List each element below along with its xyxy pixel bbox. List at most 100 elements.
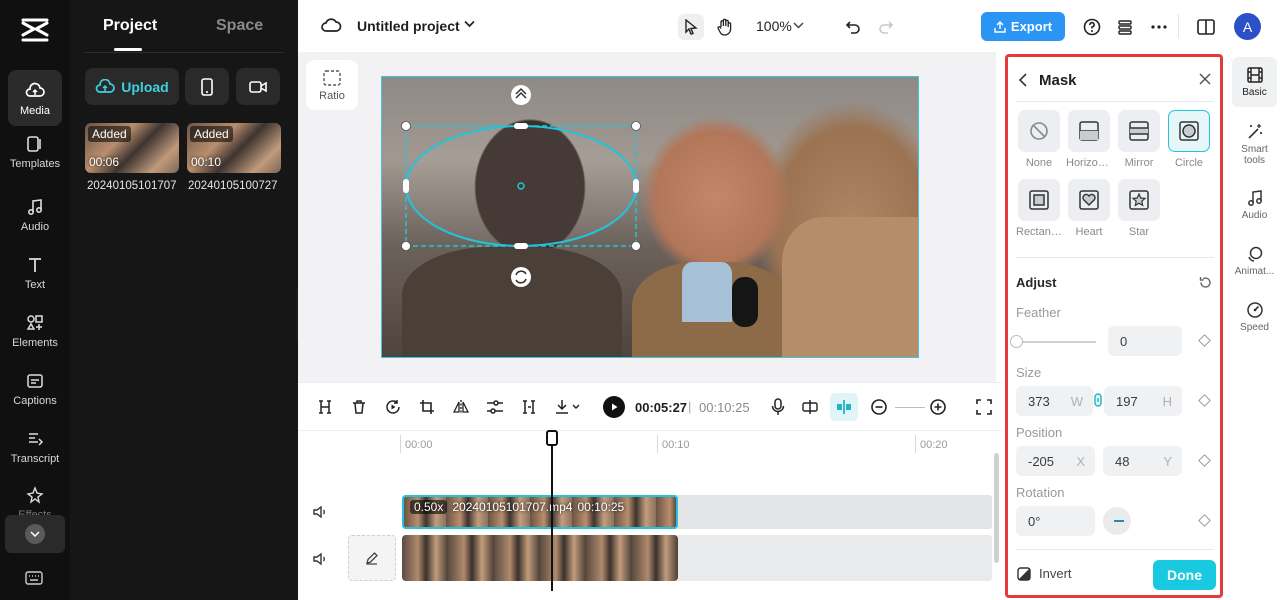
mask-shape-heart[interactable]: Heart (1068, 179, 1110, 238)
chevron-down-icon (25, 524, 45, 544)
speaker-icon[interactable] (312, 505, 328, 519)
stack-icon[interactable] (1112, 14, 1138, 40)
close-icon[interactable] (1199, 73, 1211, 85)
feather-slider-knob[interactable] (1010, 335, 1023, 348)
mask-shape-horizontal[interactable]: Horizontal (1066, 110, 1112, 169)
position-x-input[interactable]: -205 X (1016, 446, 1095, 476)
speaker-icon[interactable] (312, 552, 328, 566)
rail-item-media[interactable]: Media (8, 70, 62, 126)
ratio-icon (322, 69, 342, 87)
media-thumb[interactable]: Added 00:06 (85, 123, 179, 173)
undo-icon[interactable] (840, 14, 866, 40)
mirror-icon (1129, 121, 1149, 141)
video-subject-right (782, 217, 918, 357)
timeline-scrollbar[interactable] (994, 453, 999, 563)
redo-icon[interactable] (873, 14, 899, 40)
mask-shape-rectangle[interactable]: Rectangle (1016, 179, 1062, 238)
mask-shape-star[interactable]: Star (1118, 179, 1160, 238)
done-button[interactable]: Done (1153, 560, 1216, 590)
position-y-input[interactable]: 48 Y (1103, 446, 1182, 476)
zoom-in-icon[interactable] (926, 395, 950, 419)
overlay-clip[interactable]: 0.50x 20240105101707.mp4 00:10:25 (402, 495, 678, 529)
mask-shape-label: Heart (1075, 226, 1103, 238)
rail-item-templates[interactable]: Templates (0, 123, 70, 179)
keyframe-diamond-icon[interactable] (1198, 334, 1211, 347)
magnet-link-icon[interactable] (830, 393, 858, 421)
media-thumb[interactable]: Added 00:10 (187, 123, 281, 173)
trim-icon[interactable] (517, 395, 541, 419)
delete-trash-icon[interactable] (347, 395, 371, 419)
link-aspect-icon[interactable] (1092, 393, 1104, 407)
chevron-down-icon[interactable] (464, 20, 475, 28)
timeline-zoom-slider[interactable] (895, 407, 925, 408)
cloud-save-icon[interactable] (320, 16, 342, 34)
tab-space[interactable]: Space (216, 17, 263, 35)
zoom-out-icon[interactable] (867, 395, 891, 419)
mask-shape-circle[interactable]: Circle (1168, 110, 1210, 169)
size-height-input[interactable]: 197 H (1104, 386, 1182, 416)
avatar[interactable]: A (1234, 13, 1261, 40)
play-button[interactable] (603, 396, 625, 418)
rail-item-audio[interactable]: Audio (0, 186, 70, 242)
rail-item-text[interactable]: Text (0, 244, 70, 300)
video-preview[interactable] (381, 76, 919, 358)
more-dots-icon[interactable] (1146, 14, 1172, 40)
replay-icon[interactable] (381, 395, 405, 419)
right-rail-animation[interactable]: Animat... (1232, 236, 1277, 286)
split-icon[interactable] (313, 395, 337, 419)
right-rail-smart-tools[interactable]: Smart tools (1232, 116, 1277, 172)
rotation-input[interactable]: 0° (1016, 506, 1095, 536)
video-subject-shirt (682, 262, 732, 322)
mask-shape-mirror[interactable]: Mirror (1118, 110, 1160, 169)
playhead[interactable] (551, 431, 553, 591)
back-chevron-icon[interactable] (1018, 73, 1028, 87)
hand-pan-icon[interactable] (712, 14, 738, 40)
zoom-level[interactable]: 100% (756, 18, 792, 34)
record-button[interactable] (236, 68, 280, 105)
auto-snap-icon[interactable] (798, 395, 822, 419)
size-width-unit: W (1070, 393, 1083, 409)
fullscreen-icon[interactable] (972, 395, 996, 419)
ratio-button[interactable]: Ratio (306, 60, 358, 110)
size-width-value: 373 (1028, 393, 1050, 409)
phone-upload-button[interactable] (185, 68, 229, 105)
crop-icon[interactable] (415, 395, 439, 419)
adjust-effects-icon[interactable] (483, 395, 507, 419)
upload-button[interactable]: Upload (85, 68, 179, 105)
capcut-logo-icon[interactable] (20, 17, 50, 43)
main-clip[interactable] (402, 535, 678, 581)
position-x-unit: X (1076, 453, 1085, 469)
playhead-handle[interactable] (546, 430, 558, 446)
invert-toggle[interactable]: Invert (1017, 566, 1072, 581)
project-title[interactable]: Untitled project (357, 18, 460, 34)
right-rail-speed[interactable]: Speed (1232, 292, 1277, 342)
right-rail-basic[interactable]: Basic (1232, 57, 1277, 107)
rail-label-text: Text (24, 278, 46, 291)
keyframe-diamond-icon[interactable] (1198, 394, 1211, 407)
rail-item-transcript[interactable]: Transcript (0, 418, 70, 474)
size-width-input[interactable]: 373 W (1016, 386, 1093, 416)
tab-project[interactable]: Project (103, 17, 157, 35)
rail-item-elements[interactable]: Elements (0, 302, 70, 358)
mask-shape-none[interactable]: None (1018, 110, 1060, 169)
panel-layout-icon[interactable] (1193, 14, 1219, 40)
cover-edit-button[interactable] (348, 535, 396, 581)
right-rail-audio[interactable]: Audio (1232, 180, 1277, 230)
microphone-icon[interactable] (766, 395, 790, 419)
keyboard-icon[interactable] (25, 571, 43, 585)
rail-more-button[interactable] (5, 515, 65, 553)
rotation-dial[interactable] (1103, 507, 1131, 535)
help-icon[interactable] (1079, 14, 1105, 40)
export-button[interactable]: Export (981, 12, 1065, 41)
keyframe-diamond-icon[interactable] (1198, 454, 1211, 467)
keyframe-diamond-icon[interactable] (1198, 514, 1211, 527)
select-pointer-icon[interactable] (678, 14, 704, 40)
feather-input[interactable]: 0 (1108, 326, 1182, 356)
download-menu-icon[interactable] (551, 395, 585, 419)
reset-icon[interactable] (1199, 276, 1212, 289)
rail-item-captions[interactable]: Captions (0, 360, 70, 416)
flip-icon[interactable] (449, 395, 473, 419)
pencil-icon (366, 552, 378, 565)
chevron-down-icon[interactable] (793, 22, 804, 29)
feather-slider[interactable] (1016, 341, 1096, 343)
